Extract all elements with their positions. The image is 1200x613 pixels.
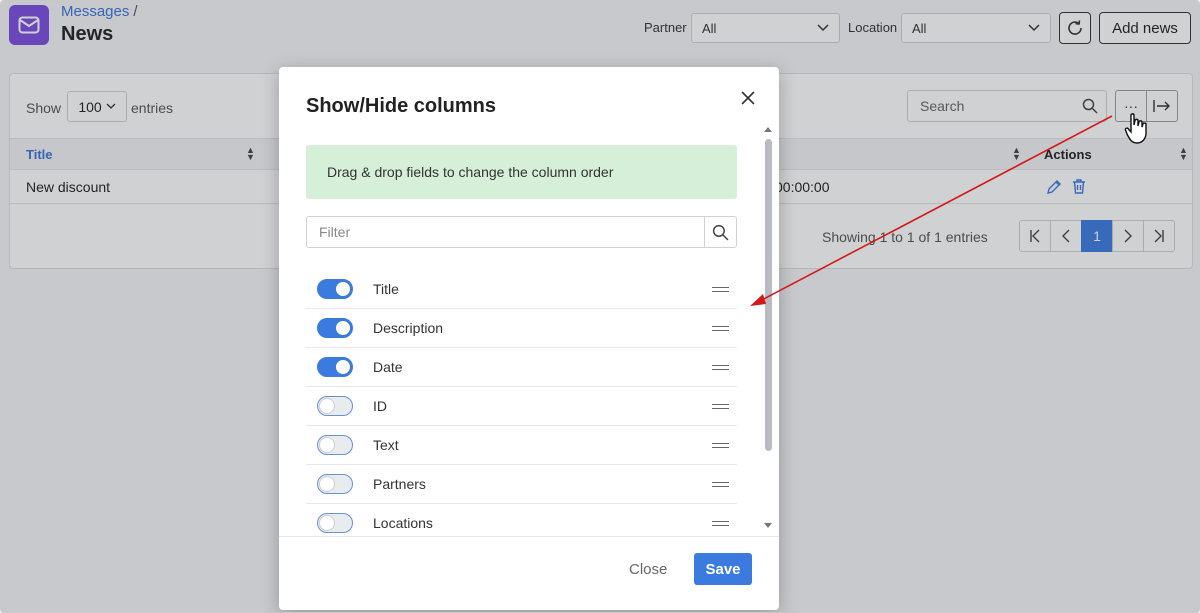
column-item-label: Title [373,281,399,297]
column-list-scrollbar[interactable] [764,127,772,532]
modal-close-button[interactable] [737,87,759,109]
scroll-thumb[interactable] [765,139,772,451]
column-item-description[interactable]: Description [306,309,737,348]
column-item-label: Date [373,359,403,375]
column-item-id[interactable]: ID [306,387,737,426]
column-item-date[interactable]: Date [306,348,737,387]
drag-handle-icon[interactable] [712,325,729,331]
column-filter-input[interactable]: Filter [306,216,737,248]
column-toggle-description[interactable] [317,318,353,338]
drag-handle-icon[interactable] [712,442,729,448]
column-toggle-locations[interactable] [317,513,353,533]
drag-drop-hint: Drag & drop fields to change the column … [306,145,737,199]
column-item-text[interactable]: Text [306,426,737,465]
scroll-up-icon[interactable] [764,127,772,132]
app-window: Messages / News Partner All Location All … [0,0,1200,613]
modal-footer: Close Save [279,536,779,610]
drag-handle-icon[interactable] [712,286,729,292]
column-toggle-partners[interactable] [317,474,353,494]
column-item-label: Locations [373,515,433,531]
close-icon [741,91,755,105]
column-item-title[interactable]: Title [306,270,737,309]
show-hide-columns-modal: Show/Hide columns Drag & drop fields to … [279,67,779,610]
column-item-partners[interactable]: Partners [306,465,737,504]
column-item-label: Description [373,320,444,336]
column-toggle-text[interactable] [317,435,353,455]
column-item-label: Text [373,437,399,453]
search-icon [712,224,729,240]
column-item-label: Partners [373,476,426,492]
scroll-down-icon[interactable] [764,523,772,528]
close-button[interactable]: Close [629,561,667,578]
column-toggle-id[interactable] [317,396,353,416]
filter-placeholder: Filter [319,224,351,240]
drag-handle-icon[interactable] [712,403,729,409]
filter-search-button[interactable] [704,217,736,247]
column-item-label: ID [373,398,387,414]
drag-handle-icon[interactable] [712,481,729,487]
drag-handle-icon[interactable] [712,364,729,370]
modal-title: Show/Hide columns [306,95,497,117]
drag-handle-icon[interactable] [712,520,729,526]
column-toggle-date[interactable] [317,357,353,377]
save-button[interactable]: Save [694,553,752,585]
column-toggle-title[interactable] [317,279,353,299]
column-list: Title Description Date ID Text Partners … [306,270,737,543]
